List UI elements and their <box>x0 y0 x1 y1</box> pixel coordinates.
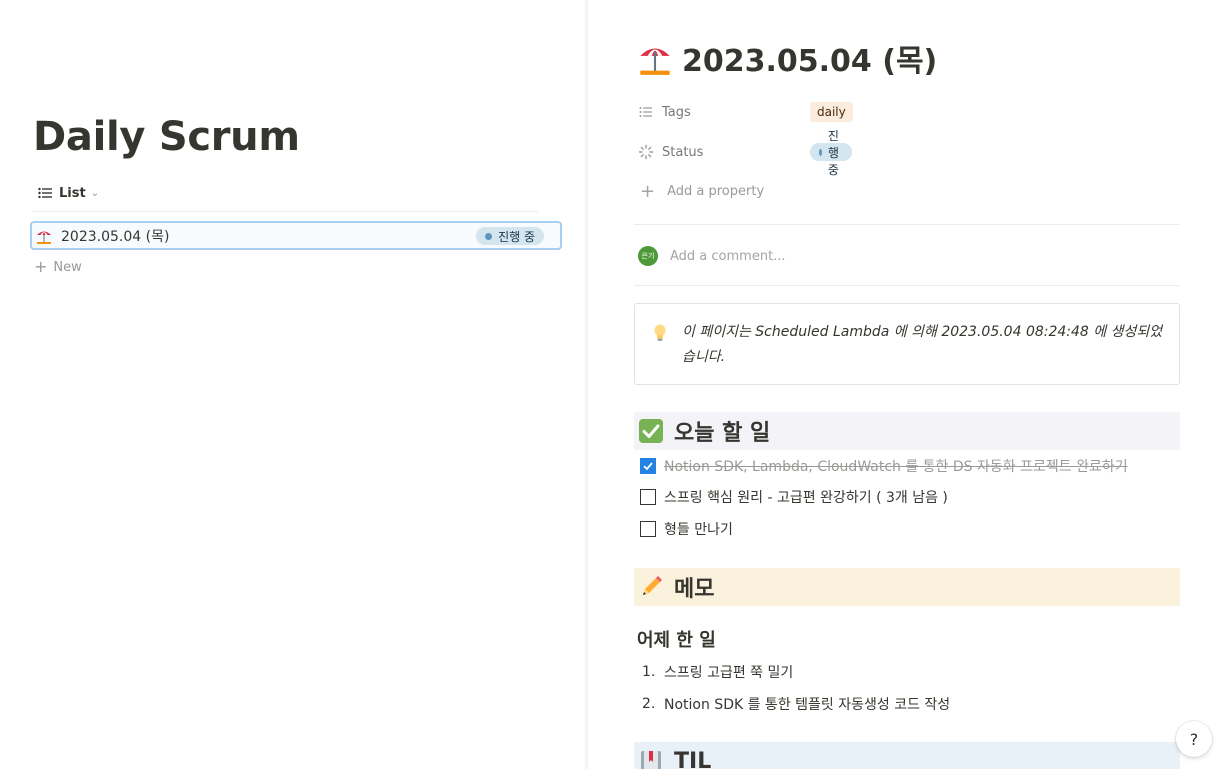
list-text: 스프링 고급편 쭉 밀기 <box>664 665 794 681</box>
list-item-title: 2023.05.04 (목) <box>61 228 170 245</box>
list-icon <box>38 187 52 199</box>
todo-item[interactable]: 형들 만나기 <box>640 518 733 540</box>
status-dot-icon <box>485 232 493 240</box>
divider <box>634 224 1180 225</box>
list-number: 2. <box>642 696 656 712</box>
check-icon <box>643 462 653 471</box>
list-item[interactable]: 2. Notion SDK 를 통한 템플릿 자동생성 코드 작성 <box>642 693 950 715</box>
status-badge-label: 진행 중 <box>827 128 839 177</box>
status-badge: 진행 중 <box>810 129 853 177</box>
status-dot-icon <box>819 148 822 156</box>
todo-text: 형들 만나기 <box>664 522 733 538</box>
status-badge: 진행 중 <box>476 227 544 245</box>
checkbox[interactable] <box>640 521 656 537</box>
property-value[interactable]: daily <box>810 102 853 122</box>
todo-heading[interactable]: 오늘 할 일 <box>634 412 1180 450</box>
bookmark-book-icon <box>641 751 661 769</box>
todo-text: Notion SDK, Lambda, CloudWatch 를 통한 DS 자… <box>664 459 1128 475</box>
todo-text: 스프링 핵심 원리 - 고급편 완강하기 ( 3개 남음 ) <box>664 490 948 506</box>
add-property-button[interactable]: + Add a property <box>640 181 764 202</box>
database-list-pane: Daily Scrum List ⌄ 2023.05.04 (목) 진행 중 +… <box>0 0 586 769</box>
page-panel: 2023.05.04 (목) Tags daily Status 진행 중 + … <box>588 0 1217 769</box>
status-badge-label: 진행 중 <box>498 229 535 244</box>
page-header: 2023.05.04 (목) <box>636 36 937 80</box>
database-title[interactable]: Daily Scrum <box>33 114 300 160</box>
property-status[interactable]: Status 진행 중 <box>638 129 853 177</box>
checkbox[interactable] <box>640 489 656 505</box>
memo-heading[interactable]: 메모 <box>634 568 1180 606</box>
plus-icon: + <box>34 257 48 276</box>
view-tab-list[interactable]: List ⌄ <box>38 183 99 203</box>
comment-input[interactable]: Add a comment... <box>670 249 786 264</box>
view-tab-label: List <box>59 185 86 201</box>
new-item-label: New <box>53 259 82 275</box>
page-title[interactable]: 2023.05.04 (목) <box>682 36 937 80</box>
divider <box>33 211 538 212</box>
todo-item[interactable]: Notion SDK, Lambda, CloudWatch 를 통한 DS 자… <box>640 455 1128 477</box>
beach-umbrella-icon <box>37 231 51 244</box>
property-label: Status <box>662 144 704 160</box>
checkbox-checked[interactable] <box>640 458 656 474</box>
subheading[interactable]: 어제 한 일 <box>637 626 716 652</box>
chevron-down-icon: ⌄ <box>90 187 100 199</box>
callout-block[interactable]: 이 페이지는 Scheduled Lambda 에 의해 2023.05.04 … <box>634 303 1180 385</box>
todo-item[interactable]: 스프링 핵심 원리 - 고급편 완강하기 ( 3개 남음 ) <box>640 486 948 508</box>
check-mark-button-icon <box>639 419 663 443</box>
help-button[interactable]: ? <box>1176 721 1212 757</box>
divider <box>634 285 1180 286</box>
new-item-button[interactable]: + New <box>34 259 82 275</box>
list-icon <box>639 107 652 117</box>
list-item[interactable]: 1. 스프링 고급편 쭉 밀기 <box>642 661 793 683</box>
callout-text: 이 페이지는 Scheduled Lambda 에 의해 2023.05.04 … <box>682 324 1163 365</box>
lightbulb-icon <box>654 324 666 341</box>
list-text: Notion SDK 를 통한 템플릿 자동생성 코드 작성 <box>664 697 951 713</box>
add-property-label: Add a property <box>667 184 765 199</box>
property-label: Tags <box>662 104 691 120</box>
tag-badge: daily <box>810 102 853 122</box>
todo-heading-text: 오늘 할 일 <box>674 421 771 446</box>
pencil-icon <box>643 576 662 595</box>
til-heading-text: TIL <box>674 748 712 769</box>
list-number: 1. <box>642 664 656 680</box>
beach-umbrella-icon[interactable] <box>636 39 674 77</box>
status-loader-icon <box>638 144 654 160</box>
plus-icon: + <box>640 181 656 202</box>
memo-heading-text: 메모 <box>674 577 715 602</box>
avatar: 은기 <box>638 246 658 266</box>
comment-bar[interactable]: 은기 Add a comment... <box>638 246 786 266</box>
til-heading[interactable]: TIL <box>634 742 1180 769</box>
list-item[interactable]: 2023.05.04 (목) 진행 중 <box>30 221 562 250</box>
property-tags[interactable]: Tags daily <box>638 101 853 123</box>
property-value[interactable]: 진행 중 <box>810 129 853 177</box>
